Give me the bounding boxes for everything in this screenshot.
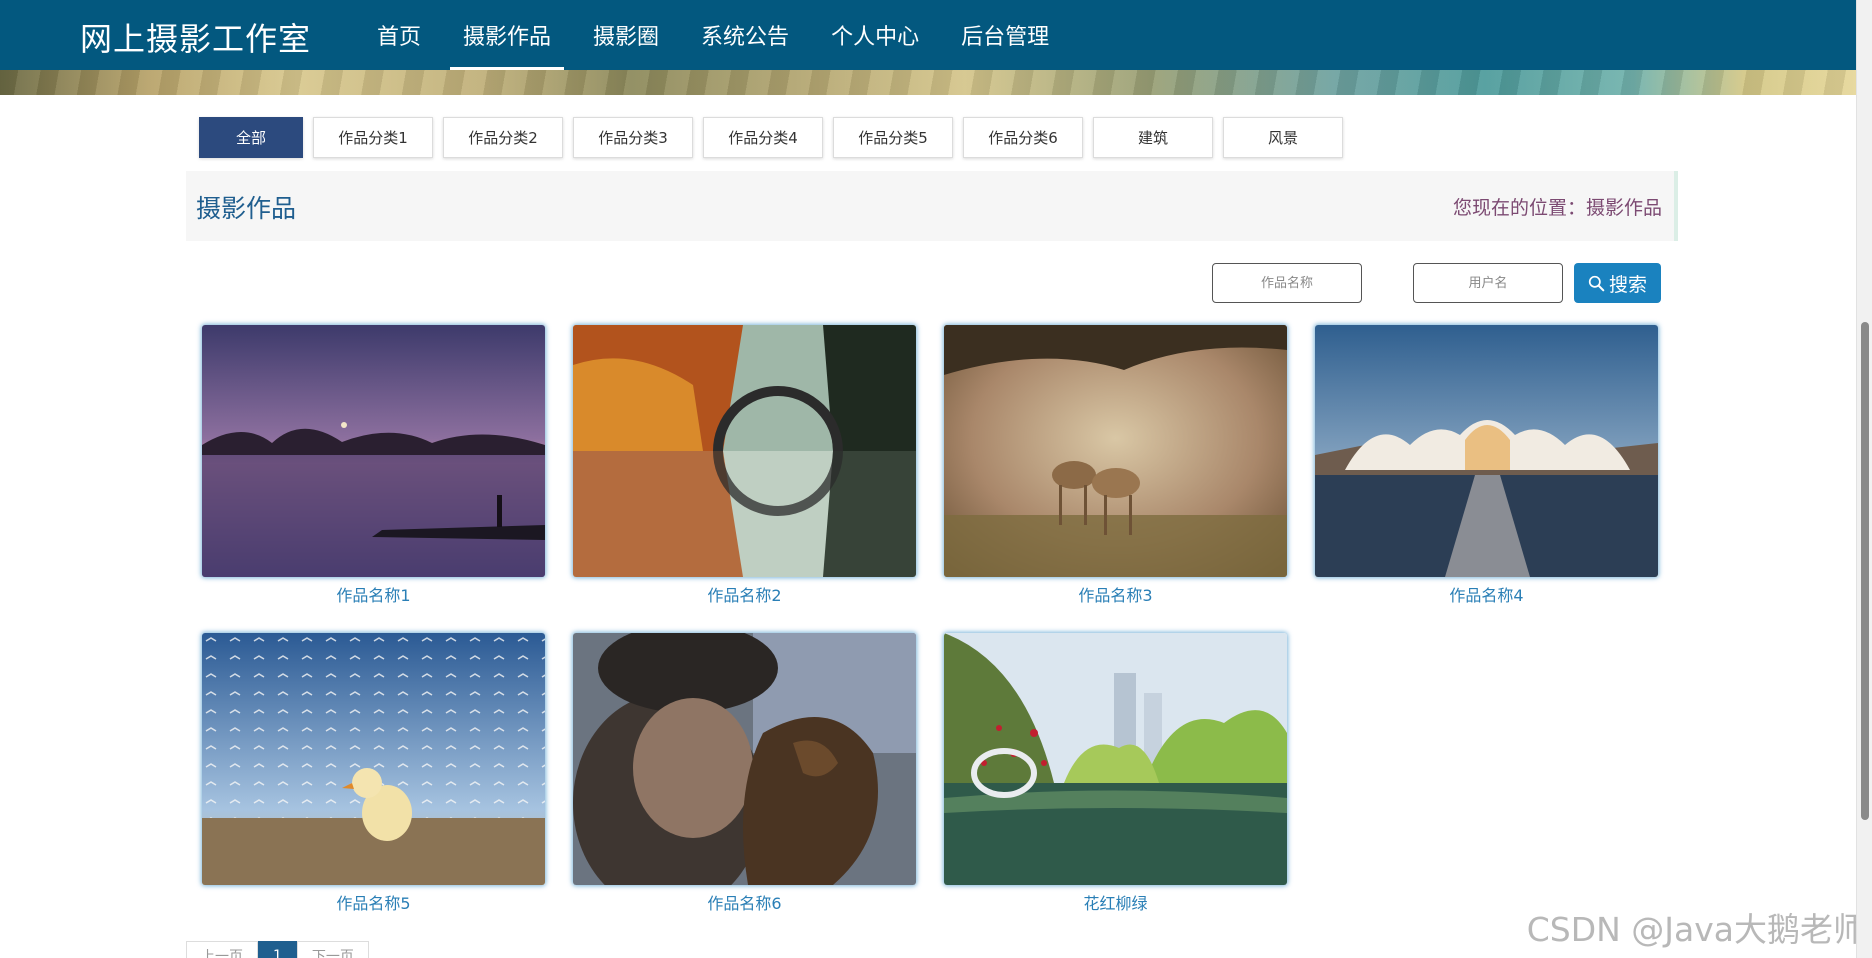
category-all-button[interactable]: 全部 bbox=[199, 117, 303, 158]
scrollbar-thumb[interactable] bbox=[1861, 322, 1869, 820]
work-card: 作品名称6 bbox=[573, 633, 916, 914]
nav-announcements[interactable]: 系统公告 bbox=[680, 0, 810, 70]
category-button[interactable]: 作品分类1 bbox=[313, 117, 433, 158]
category-button[interactable]: 作品分类2 bbox=[443, 117, 563, 158]
work-title[interactable]: 作品名称6 bbox=[573, 890, 916, 914]
top-navbar: 网上摄影工作室 首页 摄影作品 摄影圈 系统公告 个人中心 后台管理 bbox=[0, 0, 1856, 70]
section-header: 摄影作品 您现在的位置：摄影作品 bbox=[186, 171, 1678, 241]
work-photo[interactable] bbox=[202, 633, 545, 885]
nav-circle[interactable]: 摄影圈 bbox=[572, 0, 680, 70]
search-button[interactable]: 搜索 bbox=[1574, 263, 1661, 303]
nav-works[interactable]: 摄影作品 bbox=[442, 0, 572, 70]
work-title[interactable]: 作品名称4 bbox=[1315, 582, 1658, 606]
work-photo[interactable] bbox=[573, 633, 916, 885]
nav-admin[interactable]: 后台管理 bbox=[940, 0, 1070, 70]
work-photo[interactable] bbox=[202, 325, 545, 577]
work-photo[interactable] bbox=[573, 325, 916, 577]
work-title[interactable]: 作品名称3 bbox=[944, 582, 1287, 606]
page-1-button[interactable]: 1 bbox=[258, 941, 297, 958]
category-button[interactable]: 作品分类5 bbox=[833, 117, 953, 158]
category-button[interactable]: 作品分类3 bbox=[573, 117, 693, 158]
category-button[interactable]: 风景 bbox=[1223, 117, 1343, 158]
work-photo[interactable] bbox=[1315, 325, 1658, 577]
vertical-scrollbar[interactable] bbox=[1856, 0, 1872, 958]
breadcrumb: 您现在的位置：摄影作品 bbox=[1452, 197, 1662, 219]
work-card: 花红柳绿 bbox=[944, 633, 1287, 914]
category-filter-bar: 全部 作品分类1 作品分类2 作品分类3 作品分类4 作品分类5 作品分类6 建… bbox=[199, 117, 1343, 158]
nav-profile[interactable]: 个人中心 bbox=[810, 0, 940, 70]
work-name-search-input[interactable] bbox=[1212, 263, 1362, 303]
search-icon bbox=[1588, 275, 1605, 291]
site-brand[interactable]: 网上摄影工作室 bbox=[80, 14, 311, 60]
work-card: 作品名称4 bbox=[1315, 325, 1658, 606]
banner-image-strip bbox=[0, 70, 1856, 95]
work-photo[interactable] bbox=[944, 633, 1287, 885]
username-search-input[interactable] bbox=[1413, 263, 1563, 303]
nav-home[interactable]: 首页 bbox=[356, 0, 442, 70]
category-button[interactable]: 作品分类4 bbox=[703, 117, 823, 158]
work-card: 作品名称1 bbox=[202, 325, 545, 606]
work-title[interactable]: 作品名称1 bbox=[202, 582, 545, 606]
work-card: 作品名称2 bbox=[573, 325, 916, 606]
work-title[interactable]: 花红柳绿 bbox=[944, 890, 1287, 914]
pagination: 上一页 1 下一页 bbox=[186, 941, 369, 958]
prev-page-button[interactable]: 上一页 bbox=[186, 941, 258, 958]
work-photo[interactable] bbox=[944, 325, 1287, 577]
next-page-button[interactable]: 下一页 bbox=[296, 941, 369, 958]
work-card: 作品名称5 bbox=[202, 633, 545, 914]
category-button[interactable]: 作品分类6 bbox=[963, 117, 1083, 158]
search-button-label: 搜索 bbox=[1608, 273, 1647, 296]
section-title: 摄影作品 bbox=[196, 194, 297, 223]
main-nav: 首页 摄影作品 摄影圈 系统公告 个人中心 后台管理 bbox=[356, 0, 1070, 70]
work-title[interactable]: 作品名称2 bbox=[573, 582, 916, 606]
work-title[interactable]: 作品名称5 bbox=[202, 890, 545, 914]
category-button[interactable]: 建筑 bbox=[1093, 117, 1213, 158]
csdn-watermark: CSDN @Java大鹅老师 bbox=[1526, 910, 1866, 949]
work-card: 作品名称3 bbox=[944, 325, 1287, 606]
